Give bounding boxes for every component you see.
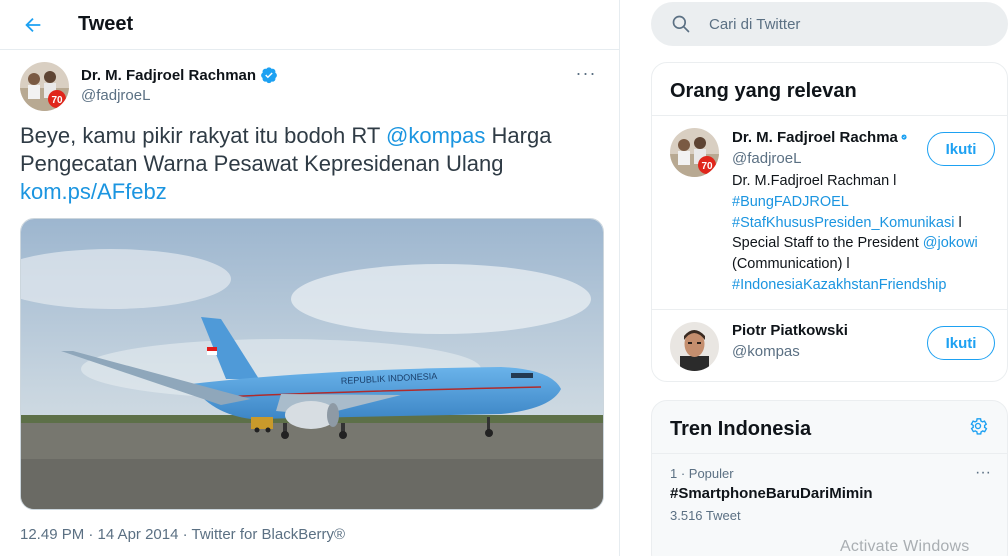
tweet-timestamp[interactable]: 12.49 PM · 14 Apr 2014 · Twitter for Bla… [20,526,603,543]
trends-card: Tren Indonesia 1 · Populer #SmartphoneBa… [651,400,1008,556]
airplane-photo: REPUBLIK INDONESIA [21,219,603,509]
search-input[interactable] [709,15,969,33]
person-avatar[interactable] [670,322,719,371]
relevant-people-heading: Orang yang relevan [670,79,857,102]
avatar-photo-image [670,322,719,371]
svg-text:70: 70 [701,161,713,172]
search-bar[interactable] [651,2,1008,46]
arrow-left-icon [25,17,41,32]
person-bio: Dr. M.Fadjroel Rachman l #BungFADJROEL #… [732,171,989,296]
avatar-photo-image: 70 [670,128,719,177]
author-name[interactable]: Dr. M. Fadjroel Rachman [81,67,256,84]
activate-windows-watermark: Activate Windows [840,538,970,555]
tweet: 70 Dr. M. Fadjroel Rachman @fadjroeL ···… [0,50,619,543]
mention-link[interactable]: @kompas [386,123,485,148]
gear-icon [970,418,988,435]
mention-link[interactable]: @jokowi [923,235,978,251]
follow-button[interactable]: Ikuti [927,132,995,166]
person-item[interactable]: Piotr Piatkowski @kompas Ikuti [652,309,1007,383]
relevant-people-card: Orang yang relevan 70 Dr. M. Fadjroel Ra… [651,62,1008,382]
follow-button[interactable]: Ikuti [927,326,995,360]
hashtag-link[interactable]: #IndonesiaKazakhstanFriendship [732,275,989,296]
bio-line: (Communication) l [732,256,850,273]
top-bar: Tweet [0,0,619,50]
verified-badge-icon [901,134,907,140]
verified-badge-icon [261,67,277,84]
trend-more-button[interactable]: ··· [975,464,991,482]
trends-settings-button[interactable] [967,415,989,443]
relevant-people-title: Orang yang relevan [652,63,1007,115]
author-meta: Dr. M. Fadjroel Rachman @fadjroeL [81,66,571,104]
svg-text:70: 70 [51,95,63,106]
tweet-text: Beye, kamu pikir rakyat itu bodoh RT @ko… [20,122,600,206]
tweet-media-image[interactable]: REPUBLIK INDONESIA [20,218,604,510]
bio-line: Special Staff to the President [732,235,923,252]
trends-heading: Tren Indonesia [670,417,812,440]
more-dots-icon: ··· [575,62,597,83]
avatar-photo-image: 70 [20,62,69,111]
page-title: Tweet [78,13,134,35]
tweet-text-part: Beye, kamu pikir rakyat itu bodoh RT [20,123,387,148]
back-button[interactable] [6,0,60,50]
trend-rank: 1 · Populer [670,466,734,481]
person-item[interactable]: 70 Dr. M. Fadjroel Rachma @fadjroeL Dr. … [652,115,1007,309]
trend-count: 3.516 Tweet [670,508,741,523]
author-handle[interactable]: @fadjroeL [81,87,571,104]
more-options-button[interactable]: ··· [571,58,601,88]
person-name[interactable]: Dr. M. Fadjroel Rachma [732,129,898,146]
trends-header: Tren Indonesia [652,401,1007,453]
search-icon [672,15,690,33]
trend-name[interactable]: #SmartphoneBaruDariMimin [670,485,989,502]
person-name-row[interactable]: Piotr Piatkowski [732,322,907,339]
right-sidebar: Orang yang relevan 70 Dr. M. Fadjroel Ra… [651,0,1008,556]
author-avatar[interactable]: 70 [20,62,69,111]
url-link[interactable]: kom.ps/AFfebz [20,179,167,204]
main-column: Tweet 70 Dr. M. Fadjroel Rachman @fadjro… [0,0,620,556]
author-name-row[interactable]: Dr. M. Fadjroel Rachman [81,66,571,84]
person-name-row[interactable]: Dr. M. Fadjroel Rachma [732,128,907,146]
tweet-author-row: 70 Dr. M. Fadjroel Rachman @fadjroeL ··· [20,62,603,114]
trend-item[interactable]: 1 · Populer #SmartphoneBaruDariMimin 3.5… [652,453,1007,531]
hashtag-link[interactable]: #BungFADJROEL [732,192,989,213]
person-avatar[interactable]: 70 [670,128,719,177]
bio-line: Dr. M.Fadjroel Rachman l [732,173,897,189]
hashtag-link[interactable]: #StafKhususPresiden_Komunikasi [732,215,954,231]
bio-line: l [954,214,962,231]
person-name[interactable]: Piotr Piatkowski [732,322,848,339]
